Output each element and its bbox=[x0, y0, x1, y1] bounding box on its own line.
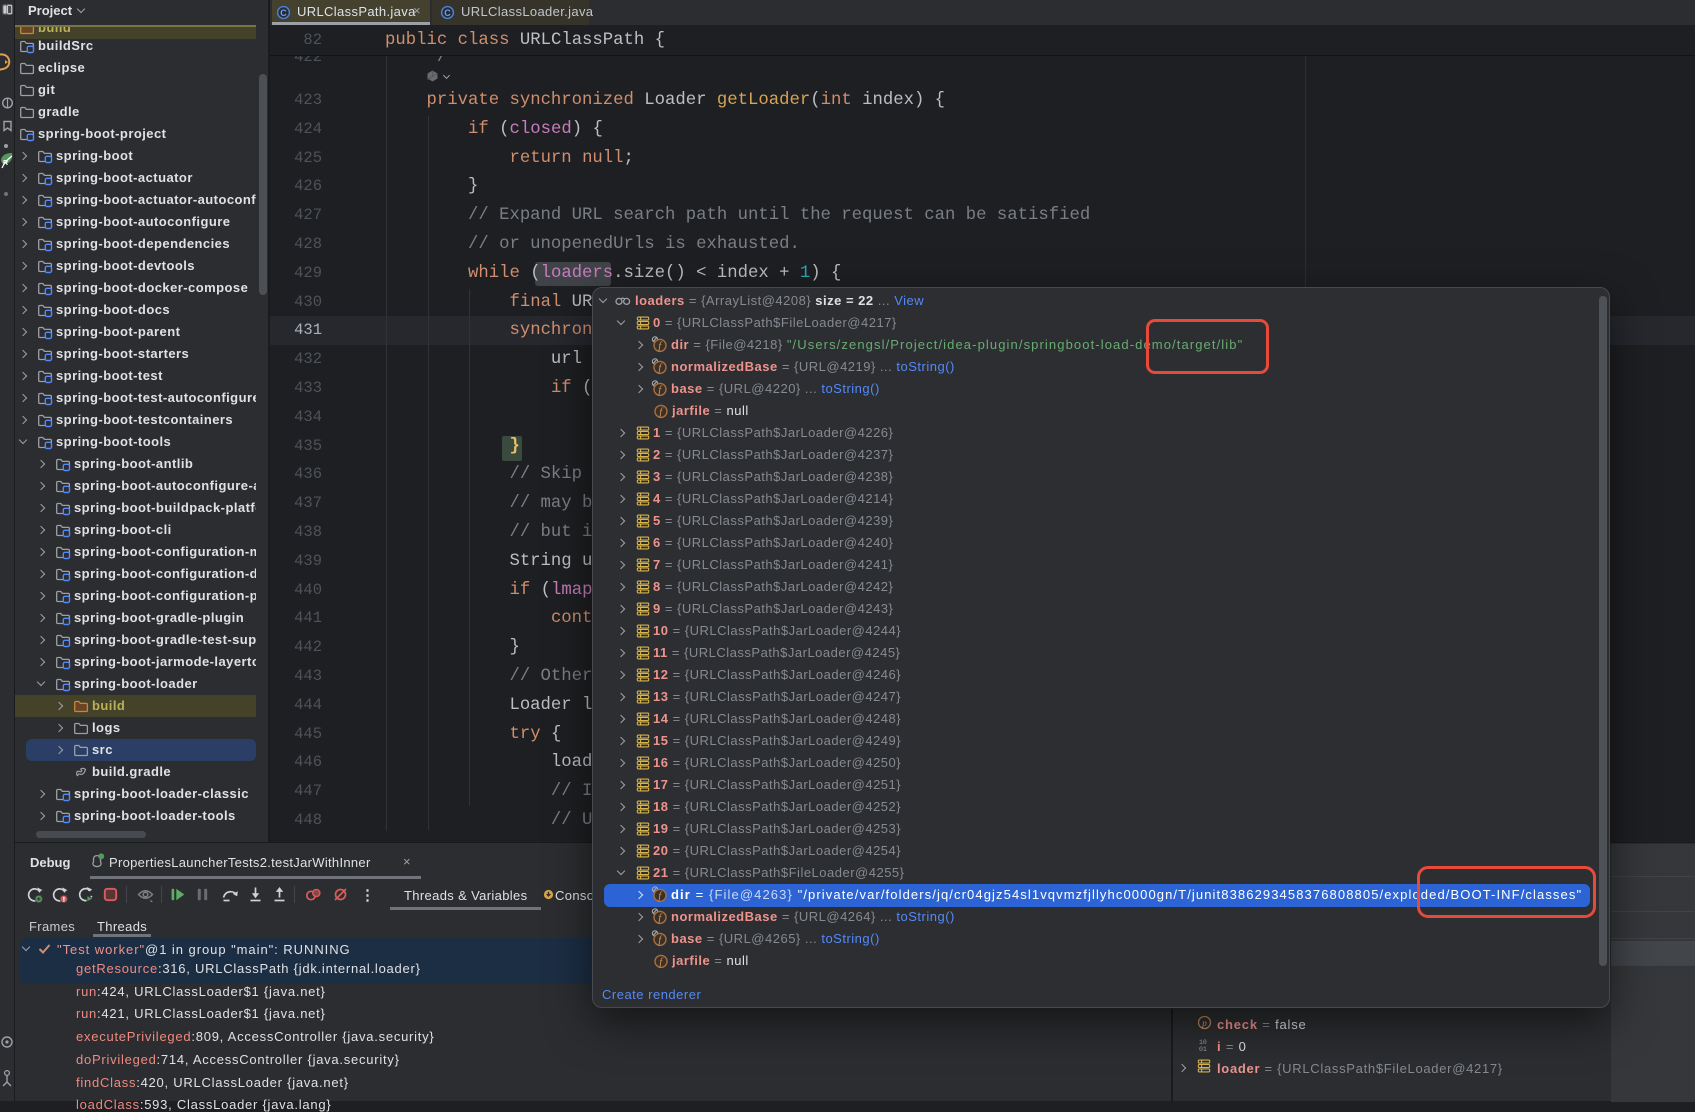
svg-text:C: C bbox=[280, 8, 287, 18]
svg-text:C: C bbox=[444, 8, 451, 18]
svg-text:10: 10 bbox=[1199, 1039, 1207, 1046]
svg-text:R: R bbox=[3, 160, 8, 167]
svg-text:01: 01 bbox=[1199, 1046, 1207, 1052]
svg-text:p: p bbox=[1201, 1018, 1207, 1028]
